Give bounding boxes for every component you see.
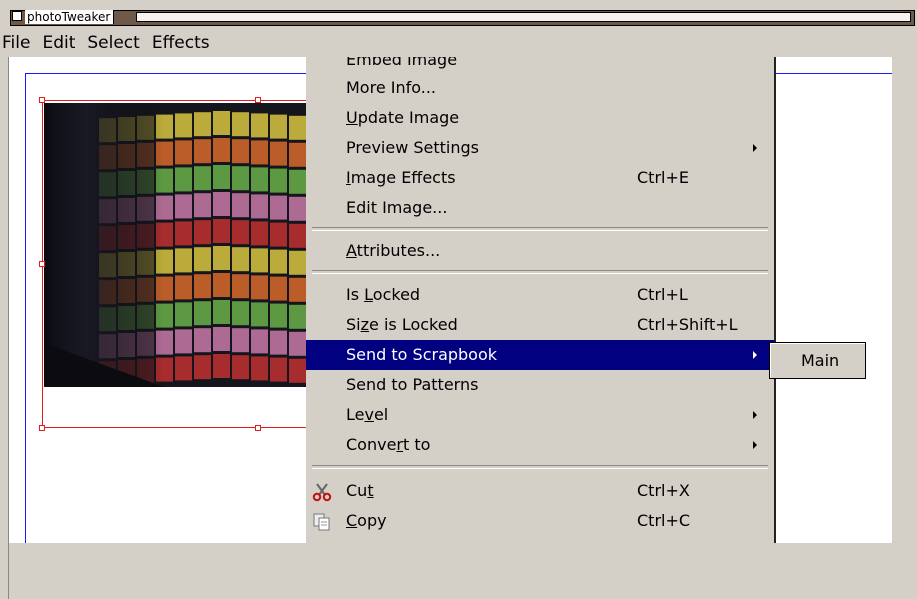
window-close-box[interactable] (12, 11, 22, 21)
menu-item-more-info[interactable]: More Info... (306, 73, 774, 103)
menu-item-size-is-locked[interactable]: Size is Locked Ctrl+Shift+L (306, 310, 774, 340)
menu-item-preview-settings[interactable]: Preview Settings (306, 133, 774, 163)
window-title: photoTweaker (25, 10, 115, 24)
scrapbook-submenu: Main (769, 342, 866, 379)
menu-bar: File Edit Select Effects (0, 30, 216, 56)
submenu-arrow-icon (753, 441, 757, 449)
shortcut-label: Ctrl+E (637, 168, 689, 187)
menu-item-send-to-scrapbook[interactable]: Send to Scrapbook (306, 340, 774, 370)
submenu-arrow-icon (753, 351, 757, 359)
menu-item-edit-image[interactable]: Edit Image... (306, 193, 774, 223)
copy-icon (313, 513, 330, 531)
resize-handle-left[interactable] (39, 261, 45, 267)
menu-item-cut[interactable]: Cut Ctrl+X (306, 476, 774, 506)
shortcut-label: Ctrl+C (637, 511, 691, 530)
menu-item-copy[interactable]: Copy Ctrl+C (306, 506, 774, 536)
menu-item-image-effects[interactable]: Image Effects Ctrl+E (306, 163, 774, 193)
image-selection-frame[interactable] (42, 100, 317, 428)
resize-handle-top[interactable] (255, 97, 261, 103)
submenu-arrow-icon (753, 411, 757, 419)
menu-edit[interactable]: Edit (36, 30, 81, 56)
resize-handle-bottom[interactable] (255, 425, 261, 431)
menu-item-attributes[interactable]: Attributes... (306, 236, 774, 266)
menu-item-convert-to[interactable]: Convert to (306, 430, 774, 460)
page-border-left (25, 73, 26, 543)
menu-effects[interactable]: Effects (146, 30, 216, 56)
menu-item-send-to-patterns[interactable]: Send to Patterns (306, 370, 774, 400)
title-bar: photoTweaker (0, 0, 917, 28)
submenu-arrow-icon (753, 144, 757, 152)
menu-item-level[interactable]: Level (306, 400, 774, 430)
shortcut-label: Ctrl+L (637, 285, 688, 304)
menu-separator (312, 465, 768, 469)
scissors-icon (312, 483, 332, 502)
context-menu: Embed Image More Info... Update Image Pr… (306, 57, 776, 543)
menu-separator (312, 270, 768, 274)
submenu-item-main[interactable]: Main (801, 349, 839, 373)
menu-select[interactable]: Select (81, 30, 145, 56)
shortcut-label: Ctrl+Shift+L (637, 315, 738, 334)
menu-separator (312, 227, 768, 231)
resize-handle-top-left[interactable] (39, 97, 45, 103)
shortcut-label: Ctrl+X (637, 481, 690, 500)
resize-handle-bottom-left[interactable] (39, 425, 45, 431)
menu-item-is-locked[interactable]: Is Locked Ctrl+L (306, 280, 774, 310)
menu-file[interactable]: File (0, 30, 36, 56)
title-bar-fill (136, 12, 911, 22)
menu-item-update-image[interactable]: Update Image (306, 103, 774, 133)
status-area (9, 543, 917, 599)
